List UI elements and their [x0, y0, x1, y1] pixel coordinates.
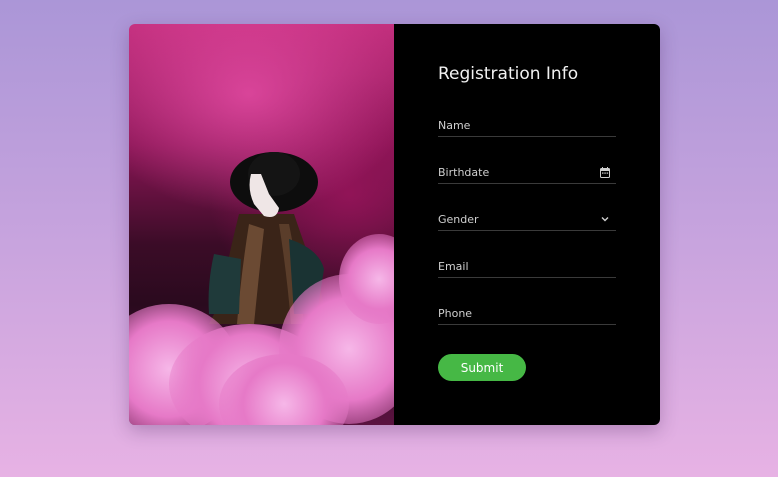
gender-select-value: Gender — [438, 212, 479, 226]
submit-button[interactable]: Submit — [438, 354, 526, 381]
phone-field[interactable]: Phone — [438, 302, 616, 325]
gender-select[interactable]: Gender — [438, 208, 616, 231]
phone-field-placeholder: Phone — [438, 306, 473, 320]
birthdate-field[interactable]: Birthdate — [438, 161, 616, 184]
email-field[interactable]: Email — [438, 255, 616, 278]
registration-form: Registration Info Name Birthdate Gender — [394, 24, 660, 425]
name-field[interactable]: Name — [438, 114, 616, 137]
chevron-down-icon[interactable] — [598, 212, 612, 226]
registration-card: Registration Info Name Birthdate Gender — [129, 24, 660, 425]
calendar-icon[interactable] — [598, 165, 612, 179]
email-field-placeholder: Email — [438, 259, 469, 273]
birthdate-field-placeholder: Birthdate — [438, 165, 490, 179]
name-field-placeholder: Name — [438, 118, 471, 132]
form-title: Registration Info — [438, 64, 579, 84]
hero-photo — [129, 24, 394, 425]
